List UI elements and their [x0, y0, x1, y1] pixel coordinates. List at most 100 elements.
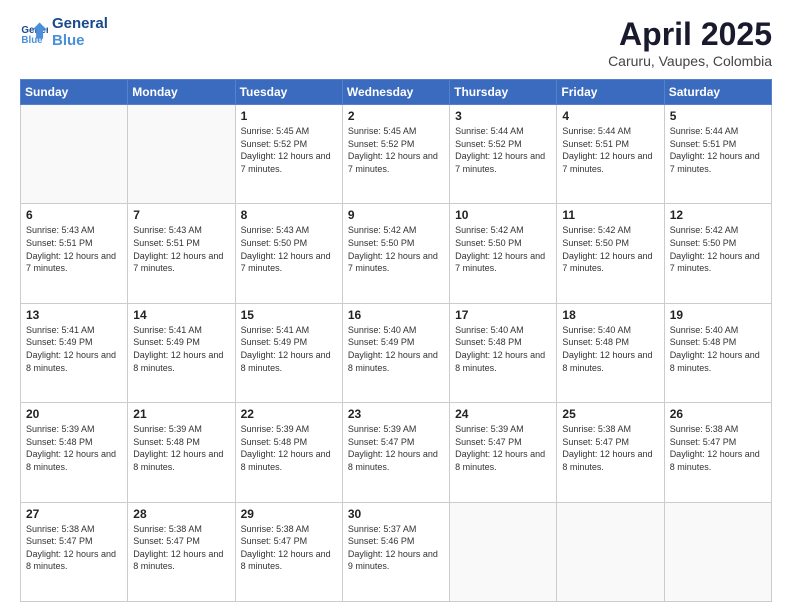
calendar-week-1: 1 Sunrise: 5:45 AM Sunset: 5:52 PM Daylig… [21, 105, 772, 204]
calendar-cell: 16 Sunrise: 5:40 AM Sunset: 5:49 PM Dayli… [342, 303, 449, 402]
day-info: Sunrise: 5:41 AM Sunset: 5:49 PM Dayligh… [133, 324, 229, 374]
calendar-cell: 4 Sunrise: 5:44 AM Sunset: 5:51 PM Daylig… [557, 105, 664, 204]
calendar-cell: 1 Sunrise: 5:45 AM Sunset: 5:52 PM Daylig… [235, 105, 342, 204]
day-number: 10 [455, 208, 551, 222]
calendar-week-4: 20 Sunrise: 5:39 AM Sunset: 5:48 PM Dayli… [21, 403, 772, 502]
calendar-cell: 25Sunrise: 5:38 AM Sunset: 5:47 PM Dayli… [557, 403, 664, 502]
calendar-table: SundayMondayTuesdayWednesdayThursdayFrid… [20, 79, 772, 602]
day-number: 9 [348, 208, 444, 222]
day-number: 14 [133, 308, 229, 322]
calendar-cell: 17Sunrise: 5:40 AM Sunset: 5:48 PM Dayli… [450, 303, 557, 402]
calendar-cell [557, 502, 664, 601]
day-number: 12 [670, 208, 766, 222]
day-info: Sunrise: 5:45 AM Sunset: 5:52 PM Dayligh… [348, 125, 444, 175]
calendar-cell [450, 502, 557, 601]
day-info: Sunrise: 5:39 AM Sunset: 5:47 PM Dayligh… [348, 423, 444, 473]
day-number: 15 [241, 308, 337, 322]
day-info: Sunrise: 5:37 AM Sunset: 5:46 PM Dayligh… [348, 523, 444, 573]
day-info: Sunrise: 5:45 AM Sunset: 5:52 PM Dayligh… [241, 125, 337, 175]
day-info: Sunrise: 5:38 AM Sunset: 5:47 PM Dayligh… [670, 423, 766, 473]
logo-text-block: General Blue [52, 16, 108, 49]
calendar-week-2: 6 Sunrise: 5:43 AM Sunset: 5:51 PM Daylig… [21, 204, 772, 303]
day-number: 24 [455, 407, 551, 421]
calendar-cell: 7 Sunrise: 5:43 AM Sunset: 5:51 PM Daylig… [128, 204, 235, 303]
title-block: April 2025 Caruru, Vaupes, Colombia [608, 16, 772, 69]
day-info: Sunrise: 5:42 AM Sunset: 5:50 PM Dayligh… [348, 224, 444, 274]
weekday-header-monday: Monday [128, 80, 235, 105]
calendar-week-3: 13 Sunrise: 5:41 AM Sunset: 5:49 PM Dayli… [21, 303, 772, 402]
calendar-cell: 27 Sunrise: 5:38 AM Sunset: 5:47 PM Dayli… [21, 502, 128, 601]
day-info: Sunrise: 5:44 AM Sunset: 5:51 PM Dayligh… [670, 125, 766, 175]
calendar-cell: 28 Sunrise: 5:38 AM Sunset: 5:47 PM Dayli… [128, 502, 235, 601]
calendar-cell: 26 Sunrise: 5:38 AM Sunset: 5:47 PM Dayli… [664, 403, 771, 502]
day-number: 19 [670, 308, 766, 322]
day-number: 28 [133, 507, 229, 521]
day-info: Sunrise: 5:41 AM Sunset: 5:49 PM Dayligh… [26, 324, 122, 374]
day-number: 27 [26, 507, 122, 521]
day-number: 18 [562, 308, 658, 322]
day-number: 4 [562, 109, 658, 123]
calendar-cell: 29 Sunrise: 5:38 AM Sunset: 5:47 PM Dayli… [235, 502, 342, 601]
day-number: 7 [133, 208, 229, 222]
calendar-cell: 6Sunrise: 5:43 AM Sunset: 5:51 PM Daylig… [21, 204, 128, 303]
weekday-header-sunday: Sunday [21, 80, 128, 105]
day-number: 26 [670, 407, 766, 421]
day-info: Sunrise: 5:43 AM Sunset: 5:51 PM Dayligh… [133, 224, 229, 274]
day-number: 20 [26, 407, 122, 421]
day-info: Sunrise: 5:39 AM Sunset: 5:48 PM Dayligh… [241, 423, 337, 473]
calendar-cell [664, 502, 771, 601]
calendar-week-5: 27 Sunrise: 5:38 AM Sunset: 5:47 PM Dayli… [21, 502, 772, 601]
calendar-cell: 30 Sunrise: 5:37 AM Sunset: 5:46 PM Dayli… [342, 502, 449, 601]
day-info: Sunrise: 5:43 AM Sunset: 5:50 PM Dayligh… [241, 224, 337, 274]
weekday-header-saturday: Saturday [664, 80, 771, 105]
header: General Blue General Blue April 2025 Car… [20, 16, 772, 69]
logo: General Blue General Blue [20, 16, 108, 49]
calendar-cell: 19 Sunrise: 5:40 AM Sunset: 5:48 PM Dayli… [664, 303, 771, 402]
page: General Blue General Blue April 2025 Car… [0, 0, 792, 612]
day-info: Sunrise: 5:38 AM Sunset: 5:47 PM Dayligh… [241, 523, 337, 573]
day-number: 1 [241, 109, 337, 123]
day-info: Sunrise: 5:44 AM Sunset: 5:52 PM Dayligh… [455, 125, 551, 175]
day-info: Sunrise: 5:40 AM Sunset: 5:48 PM Dayligh… [670, 324, 766, 374]
calendar-cell: 18 Sunrise: 5:40 AM Sunset: 5:48 PM Dayli… [557, 303, 664, 402]
day-info: Sunrise: 5:38 AM Sunset: 5:47 PM Dayligh… [26, 523, 122, 573]
day-number: 23 [348, 407, 444, 421]
day-number: 25 [562, 407, 658, 421]
logo-line1: General [52, 16, 108, 33]
calendar-cell: 13 Sunrise: 5:41 AM Sunset: 5:49 PM Dayli… [21, 303, 128, 402]
day-info: Sunrise: 5:39 AM Sunset: 5:48 PM Dayligh… [26, 423, 122, 473]
day-number: 16 [348, 308, 444, 322]
day-number: 21 [133, 407, 229, 421]
day-number: 11 [562, 208, 658, 222]
day-number: 13 [26, 308, 122, 322]
day-info: Sunrise: 5:42 AM Sunset: 5:50 PM Dayligh… [670, 224, 766, 274]
calendar-cell: 10Sunrise: 5:42 AM Sunset: 5:50 PM Dayli… [450, 204, 557, 303]
calendar-cell: 15Sunrise: 5:41 AM Sunset: 5:49 PM Dayli… [235, 303, 342, 402]
day-info: Sunrise: 5:40 AM Sunset: 5:49 PM Dayligh… [348, 324, 444, 374]
calendar-cell: 3Sunrise: 5:44 AM Sunset: 5:52 PM Daylig… [450, 105, 557, 204]
calendar-cell: 23 Sunrise: 5:39 AM Sunset: 5:47 PM Dayli… [342, 403, 449, 502]
day-info: Sunrise: 5:38 AM Sunset: 5:47 PM Dayligh… [133, 523, 229, 573]
day-number: 22 [241, 407, 337, 421]
day-info: Sunrise: 5:39 AM Sunset: 5:47 PM Dayligh… [455, 423, 551, 473]
logo-icon: General Blue [20, 19, 48, 47]
calendar-cell: 24 Sunrise: 5:39 AM Sunset: 5:47 PM Dayli… [450, 403, 557, 502]
day-info: Sunrise: 5:40 AM Sunset: 5:48 PM Dayligh… [562, 324, 658, 374]
calendar-cell: 2 Sunrise: 5:45 AM Sunset: 5:52 PM Daylig… [342, 105, 449, 204]
location: Caruru, Vaupes, Colombia [608, 53, 772, 69]
month-year: April 2025 [608, 16, 772, 53]
day-number: 2 [348, 109, 444, 123]
weekday-header-wednesday: Wednesday [342, 80, 449, 105]
day-info: Sunrise: 5:44 AM Sunset: 5:51 PM Dayligh… [562, 125, 658, 175]
day-number: 29 [241, 507, 337, 521]
day-number: 30 [348, 507, 444, 521]
calendar-cell [128, 105, 235, 204]
day-number: 5 [670, 109, 766, 123]
day-number: 8 [241, 208, 337, 222]
weekday-header-friday: Friday [557, 80, 664, 105]
calendar-cell [21, 105, 128, 204]
calendar-header-row: SundayMondayTuesdayWednesdayThursdayFrid… [21, 80, 772, 105]
day-info: Sunrise: 5:42 AM Sunset: 5:50 PM Dayligh… [562, 224, 658, 274]
day-number: 6 [26, 208, 122, 222]
calendar-cell: 11 Sunrise: 5:42 AM Sunset: 5:50 PM Dayli… [557, 204, 664, 303]
